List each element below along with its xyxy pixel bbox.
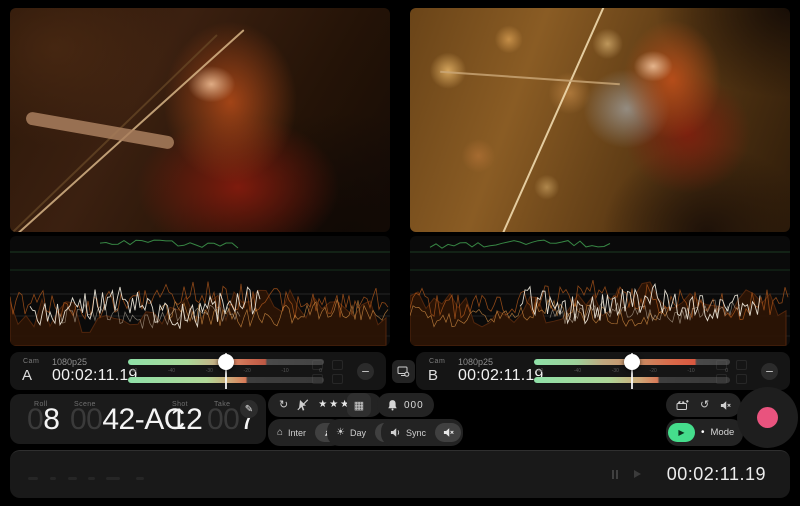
edit-slate-button[interactable]: ✎: [240, 400, 258, 418]
waveform-trace: [100, 240, 238, 248]
grid-button[interactable]: ▦: [347, 393, 371, 417]
camera-b-timecode: 00:02:11.19: [458, 367, 544, 385]
camera-a-timecode: 00:02:11.19: [52, 367, 138, 385]
dim-icon[interactable]: [736, 374, 747, 384]
dim-icon[interactable]: [716, 360, 727, 370]
play-button[interactable]: ▶: [668, 423, 695, 442]
dual-camera-monitor-app: Cam A 1080p25 00:02:11.19 -60-40-30-20-1…: [0, 0, 800, 506]
timeline-mark: [106, 477, 120, 480]
camera-b-collapse-button[interactable]: [761, 363, 778, 380]
grid-icon: ▦: [354, 399, 364, 412]
star-icon: ★: [329, 400, 338, 410]
play-icon: ▶: [678, 428, 684, 437]
waveform-scope-b: [410, 236, 790, 346]
camera-a-format: 1080p25: [52, 357, 87, 367]
dim-icon[interactable]: [716, 374, 727, 384]
dim-icon[interactable]: [312, 360, 323, 370]
clapper-add-icon[interactable]: [676, 399, 689, 411]
bow-shape: [482, 8, 614, 232]
notification-counter: 000: [404, 400, 424, 411]
camera-a-audio-meter[interactable]: -60-40-30-20-100: [128, 359, 324, 383]
camera-a-preview[interactable]: [10, 8, 390, 232]
skip-icon[interactable]: [634, 470, 641, 478]
arrow-shape: [441, 71, 621, 86]
dim-icon[interactable]: [332, 374, 343, 384]
record-icon: [757, 407, 778, 428]
audio-muted-icon[interactable]: [720, 400, 731, 411]
waveform-trace: [430, 240, 610, 248]
capture-tools-pill: ↺: [666, 393, 741, 417]
waveform-scope-a: [10, 236, 390, 346]
star-icon: ★: [318, 400, 327, 410]
sun-icon: ☀: [336, 428, 345, 438]
camera-a-channel: A: [22, 367, 32, 384]
record-button[interactable]: [737, 387, 798, 448]
dim-icon[interactable]: [736, 360, 747, 370]
cursor-disabled-icon[interactable]: [297, 399, 309, 411]
dim-icon[interactable]: [332, 360, 343, 370]
minus-icon: [362, 371, 369, 373]
interior-option[interactable]: ⌂ Inter: [270, 428, 313, 438]
speaker-muted-icon: [443, 427, 454, 438]
display-settings-button[interactable]: [392, 360, 415, 383]
mos-option[interactable]: [435, 423, 461, 442]
roll-value: 08: [27, 403, 59, 437]
camera-b-preview[interactable]: [410, 8, 790, 232]
rotate-icon[interactable]: ↺: [700, 400, 709, 411]
minus-icon: [766, 371, 773, 373]
camera-b-audio-meter[interactable]: -60-40-30-20-100: [534, 359, 730, 383]
master-timecode: 00:02:11.19: [667, 464, 766, 485]
speaker-icon: [390, 427, 401, 438]
sync-mos-toggle: Sync: [381, 419, 463, 446]
scene-value: 0042-AC: [70, 403, 185, 437]
shot-value: 12: [170, 403, 202, 437]
day-option[interactable]: ☀ Day: [329, 428, 373, 438]
pencil-icon: ✎: [245, 404, 253, 415]
timeline-mark: [50, 477, 56, 480]
notifications-pill[interactable]: 000: [377, 393, 434, 417]
house-icon: ⌂: [277, 428, 283, 438]
camera-a-collapse-button[interactable]: [357, 363, 374, 380]
cam-label: Cam: [429, 358, 445, 365]
timeline-mark: [68, 477, 77, 480]
mode-pill: ▶ • Mode: [666, 419, 743, 446]
timeline-mark: [88, 477, 95, 480]
pause-icon[interactable]: [612, 470, 620, 479]
meter-knob[interactable]: [218, 354, 234, 370]
camera-a-control-bar: Cam A 1080p25 00:02:11.19 -60-40-30-20-1…: [10, 352, 386, 390]
meter-knob[interactable]: [624, 354, 640, 370]
monitor-gear-icon: [397, 365, 410, 378]
mode-label: Mode: [711, 427, 735, 438]
loop-icon[interactable]: ↻: [279, 400, 288, 411]
camera-a-extra-buttons: [312, 360, 344, 382]
camera-b-channel: B: [428, 367, 438, 384]
camera-b-extra-buttons: [716, 360, 748, 382]
cam-label: Cam: [23, 358, 39, 365]
camera-b-control-bar: Cam B 1080p25 00:02:11.19 -60-40-30-20-1…: [416, 352, 790, 390]
bottom-transport-bar: 00:02:11.19: [10, 450, 790, 498]
timeline-mark: [28, 477, 38, 480]
sync-option[interactable]: Sync: [383, 427, 433, 438]
bell-icon: [387, 399, 398, 411]
timeline-mark: [136, 477, 144, 480]
mode-dot-icon: •: [701, 427, 705, 438]
dim-icon[interactable]: [312, 374, 323, 384]
slate-panel: Roll 08 Scene 0042-AC Shot 12 Take 007 ✎: [10, 394, 266, 444]
camera-b-format: 1080p25: [458, 357, 493, 367]
